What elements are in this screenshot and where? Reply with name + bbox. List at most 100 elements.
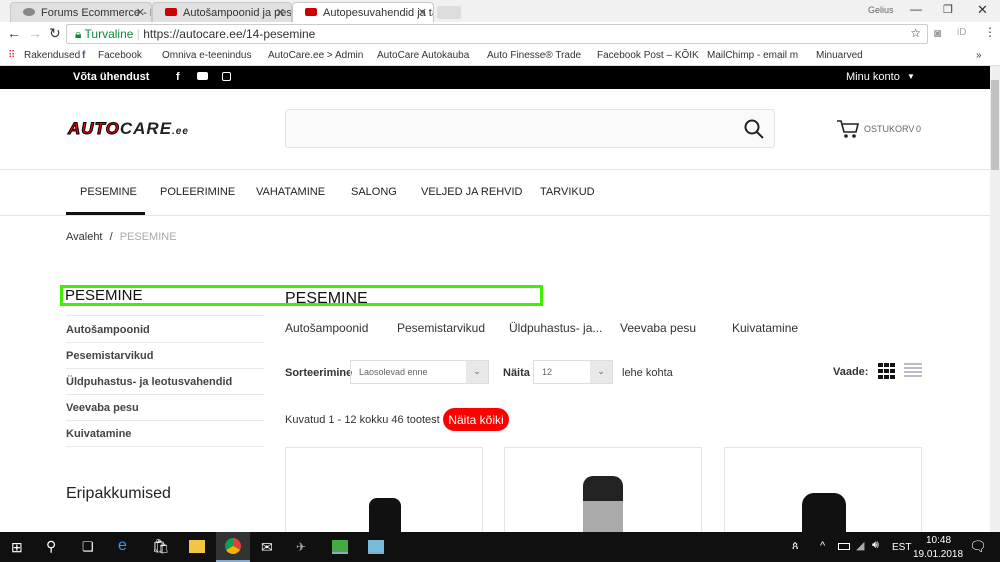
grid-view-icon[interactable] <box>878 363 896 379</box>
breadcrumb-home[interactable]: Avaleht <box>66 231 103 243</box>
cart-label[interactable]: OSTUKORV <box>864 124 914 134</box>
star-icon[interactable]: ☆ <box>910 26 921 40</box>
sidebar-item[interactable]: Üldpuhastus- ja leotusvahendid <box>66 369 264 395</box>
windows-taskbar: ⊞ ⚲ ❏ e 🛍︎ ✉ ✈ ጰ ^ ◢ 🔊︎ EST 10:48 19.01.… <box>0 532 1000 562</box>
page-scrollbar[interactable] <box>990 66 1000 532</box>
sidebar-item-label: Autošampoonid <box>66 324 150 336</box>
store-icon[interactable]: 🛍︎ <box>152 538 170 555</box>
battery-icon[interactable] <box>838 543 850 550</box>
sidebar-item[interactable]: Pesemistarvikud <box>66 343 264 369</box>
product-card[interactable] <box>285 447 483 538</box>
close-window-icon[interactable]: ✕ <box>977 2 988 18</box>
bookmark[interactable]: Facebook <box>98 50 142 61</box>
bookmark[interactable]: Omniva e-teenindus <box>162 50 252 61</box>
sidebar-item[interactable]: Kuivatamine <box>66 421 264 447</box>
per-page-select[interactable]: 12 ⌄ <box>533 360 613 384</box>
nav-item-pesemine[interactable]: PESEMINE <box>80 186 137 198</box>
profile-name[interactable]: Gelius <box>868 5 894 15</box>
volume-icon[interactable]: 🔊︎ <box>872 539 879 552</box>
autocare-logo[interactable]: AUTOCARE.ee <box>68 119 189 139</box>
bookmark[interactable]: Minuarved <box>816 50 863 61</box>
bookmarks-bar: ⠿ Rakendused f Facebook Omniva e-teenind… <box>0 46 1000 66</box>
new-tab-button[interactable] <box>437 6 461 19</box>
apps-icon: ⠿ <box>8 50 16 61</box>
minimize-icon[interactable]: — <box>910 2 922 16</box>
facebook-icon[interactable]: f <box>176 71 180 83</box>
edge-icon[interactable]: e <box>118 537 127 555</box>
app-icon[interactable] <box>368 540 384 554</box>
bookmark[interactable]: Auto Finesse® Trade <box>487 50 581 61</box>
windows-start-icon[interactable]: ⊞ <box>11 539 23 556</box>
more-bookmarks[interactable]: » <box>976 50 982 61</box>
sort-label: Sorteerimine <box>285 367 353 379</box>
id-extension-icon[interactable]: iD <box>957 27 966 38</box>
camera-icon[interactable]: ◙ <box>934 26 941 40</box>
search-input[interactable] <box>285 109 775 148</box>
bookmark[interactable]: Facebook Post – KÕIK <box>597 50 699 61</box>
nav-item-poleerimine[interactable]: POLEERIMINE <box>160 186 235 198</box>
product-card[interactable] <box>724 447 922 538</box>
subcategory-link[interactable]: Autošampoonid <box>285 321 368 335</box>
scrollbar-thumb[interactable] <box>991 80 999 170</box>
caret-down-icon: ▼ <box>907 72 915 81</box>
page-title: PESEMINE <box>285 290 368 304</box>
product-count: Kuvatud 1 - 12 kokku 46 tootest <box>285 414 440 426</box>
reload-icon[interactable]: ↻ <box>49 25 61 42</box>
list-view-icon[interactable] <box>904 363 922 379</box>
close-tab-icon[interactable]: ✕ <box>418 6 427 19</box>
search-icon[interactable] <box>744 119 764 139</box>
browser-tab-active[interactable]: Autopesuvahendid ja tar ✕ <box>292 2 434 22</box>
bookmark[interactable]: AutoCare Autokauba <box>377 50 469 61</box>
excel-icon[interactable] <box>332 540 348 554</box>
instagram-icon[interactable] <box>222 72 231 81</box>
sidebar-item[interactable]: Veevaba pesu <box>66 395 264 421</box>
lock-icon: 🔒︎ <box>75 27 82 41</box>
nav-item-veljed[interactable]: VELJED JA REHVID <box>421 186 522 198</box>
product-card[interactable] <box>504 447 702 538</box>
sidebar-item[interactable]: Autošampoonid <box>66 317 264 343</box>
sort-value: Laosolevad enne <box>359 367 428 377</box>
show-all-button[interactable]: Näita kõiki <box>443 408 509 431</box>
bookmark[interactable]: AutoCare.ee > Admin <box>268 50 363 61</box>
chevron-up-icon[interactable]: ^ <box>820 540 825 552</box>
browser-tab[interactable]: Autošampoonid ja pesuv ✕ <box>152 2 292 22</box>
youtube-icon[interactable] <box>197 72 208 80</box>
clock-time[interactable]: 10:48 <box>926 535 951 546</box>
close-tab-icon[interactable]: ✕ <box>276 6 285 19</box>
people-icon[interactable]: ጰ <box>792 540 799 553</box>
file-explorer-icon[interactable] <box>189 540 205 553</box>
browser-tab[interactable]: Forums Ecommerce - Pre✕ <box>10 2 152 22</box>
site-header: AUTOCARE.ee OSTUKORV 0 <box>0 89 990 170</box>
nav-item-salong[interactable]: SALONG <box>351 186 397 198</box>
back-icon[interactable]: ← <box>7 25 21 41</box>
chrome-taskbar-button[interactable] <box>216 532 250 562</box>
contact-link[interactable]: Võta ühendust <box>73 71 149 83</box>
task-view-icon[interactable]: ❏ <box>82 539 94 555</box>
wifi-icon[interactable]: ◢ <box>856 539 864 552</box>
restore-icon[interactable]: ❐ <box>943 3 953 16</box>
subcategory-link[interactable]: Üldpuhastus- ja... <box>509 321 602 335</box>
cart-count: 0 <box>916 124 922 134</box>
nav-item-vahatamine[interactable]: VAHATAMINE <box>256 186 325 198</box>
close-tab-icon[interactable]: ✕ <box>136 6 145 19</box>
subcategory-link[interactable]: Kuivatamine <box>732 321 798 335</box>
language-indicator[interactable]: EST <box>892 542 911 553</box>
menu-icon[interactable]: ⋮ <box>984 25 996 39</box>
breadcrumb: Avaleht / PESEMINE <box>66 231 177 243</box>
mail-icon[interactable]: ✉ <box>261 539 273 556</box>
account-menu[interactable]: Minu konto <box>846 71 900 83</box>
subcategory-link[interactable]: Veevaba pesu <box>620 321 696 335</box>
url-input[interactable]: 🔒︎ Turvaline | https://autocare.ee/14-pe… <box>66 24 928 44</box>
site-topbar: Võta ühendust f Minu konto ▼ <box>0 66 990 89</box>
notifications-icon[interactable]: 🗨︎ <box>969 538 987 555</box>
bookmark[interactable]: MailChimp - email m <box>707 50 798 61</box>
bookmark[interactable]: Rakendused <box>24 50 80 61</box>
nav-item-tarvikud[interactable]: TARVIKUD <box>540 186 595 198</box>
forward-icon[interactable]: → <box>28 25 42 41</box>
clock-date[interactable]: 19.01.2018 <box>913 549 963 560</box>
app-icon[interactable]: ✈ <box>296 540 306 554</box>
subcategory-link[interactable]: Pesemistarvikud <box>397 321 485 335</box>
cart-icon[interactable] <box>836 118 860 140</box>
sort-select[interactable]: Laosolevad enne ⌄ <box>350 360 489 384</box>
search-icon[interactable]: ⚲ <box>46 538 56 555</box>
